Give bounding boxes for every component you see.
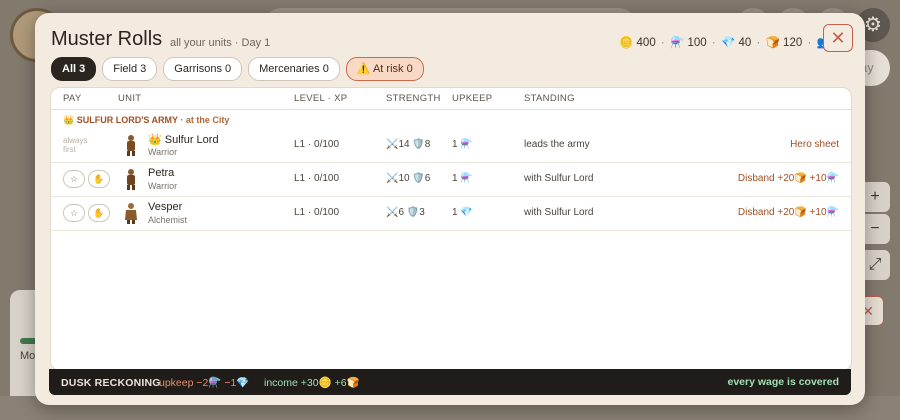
table-row[interactable]: always first 👑 Sulfur Lord Warrior L1 · … — [51, 128, 851, 163]
column-header-standing: STANDING — [524, 93, 575, 104]
army-name: 👑 SULFUR LORD'S ARMY — [63, 115, 178, 125]
column-header-level: LEVEL · XP — [294, 93, 348, 104]
dialog-subtitle: all your units · Day 1 — [170, 37, 271, 49]
unit-name[interactable]: Vesper — [148, 201, 182, 213]
gem-value: 40 — [738, 37, 752, 49]
units-table: PAY UNIT LEVEL · XP STRENGTH UPKEEP STAN… — [50, 87, 852, 371]
reckoning-upkeep: upkeep −2⚗️ −1💎 — [159, 377, 250, 389]
gem-icon: 💎 — [720, 37, 736, 49]
unit-level: L1 · 0/100 — [294, 173, 340, 184]
gold-coin-icon: 🪙 — [619, 37, 634, 49]
filter-all[interactable]: All 3 — [51, 57, 97, 81]
unit-class: Warrior — [148, 147, 178, 157]
muster-rolls-dialog: Muster Rolls all your units · Day 1 🪙 40… — [35, 13, 865, 405]
column-header-unit: UNIT — [118, 93, 142, 104]
potion-value: 100 — [687, 37, 707, 49]
unit-strength: ⚔️14 🛡️8 — [386, 139, 431, 150]
filter-mercenaries[interactable]: Mercenaries 0 — [248, 57, 340, 81]
unit-upkeep: 1 ⚗️ — [452, 173, 473, 184]
unit-name[interactable]: 👑 Sulfur Lord — [148, 133, 219, 146]
reckoning-title: DUSK RECKONING — [61, 377, 161, 389]
hand-icon[interactable]: ✋ — [88, 204, 110, 222]
filter-at-risk[interactable]: ⚠️ At risk 0 — [345, 57, 424, 81]
star-icon[interactable]: ☆ — [63, 170, 85, 188]
army-group-header: 👑 SULFUR LORD'S ARMY · at the City — [63, 115, 229, 126]
bread-value: 120 — [783, 37, 803, 49]
alchemist-portrait-icon — [125, 203, 137, 224]
unit-upkeep: 1 ⚗️ — [452, 139, 473, 150]
disband-button[interactable]: Disband +20🍞 +10⚗️ — [738, 173, 839, 184]
unit-level: L1 · 0/100 — [294, 139, 340, 150]
warrior-portrait-icon — [127, 135, 135, 156]
potion-icon: ⚗️ — [669, 37, 685, 49]
unit-standing: with Sulfur Lord — [524, 207, 594, 218]
bread-icon: 🍞 — [765, 37, 780, 49]
unit-level: L1 · 0/100 — [294, 207, 340, 218]
pay-note: always first — [63, 136, 88, 154]
unit-strength: ⚔️6 🛡️3 — [386, 207, 425, 218]
unit-upkeep: 1 💎 — [452, 207, 473, 218]
warrior-portrait-icon — [127, 169, 135, 190]
table-header: PAY UNIT LEVEL · XP STRENGTH UPKEEP STAN… — [51, 88, 851, 110]
hand-icon[interactable]: ✋ — [88, 170, 110, 188]
army-location: · at the City — [177, 115, 230, 125]
column-header-pay: PAY — [63, 93, 82, 104]
dialog-title: Muster Rolls — [51, 28, 163, 50]
table-row[interactable]: ☆ ✋ Petra Warrior L1 · 0/100 ⚔️10 🛡️6 1 … — [51, 162, 851, 197]
gold-value: 400 — [636, 37, 656, 49]
unit-class: Warrior — [148, 181, 178, 191]
filter-chips: All 3 Field 3 Garrisons 0 Mercenaries 0 … — [51, 57, 424, 81]
disband-button[interactable]: Disband +20🍞 +10⚗️ — [738, 207, 839, 218]
unit-standing: leads the army — [524, 139, 590, 150]
table-row[interactable]: ☆ ✋ Vesper Alchemist L1 · 0/100 ⚔️6 🛡️3 … — [51, 196, 851, 231]
filter-garrisons[interactable]: Garrisons 0 — [163, 57, 243, 81]
star-icon[interactable]: ☆ — [63, 204, 85, 222]
hero-sheet-link[interactable]: Hero sheet — [790, 139, 839, 150]
column-header-upkeep: UPKEEP — [452, 93, 493, 104]
unit-name[interactable]: Petra — [148, 167, 174, 179]
resource-summary: 🪙 400 · ⚗️ 100 · 💎 40 · 🍞 120 · 👥 2 — [619, 35, 840, 49]
unit-strength: ⚔️10 🛡️6 — [386, 173, 431, 184]
close-button[interactable]: ✕ — [823, 24, 853, 52]
reckoning-income: income +30🪙 +6🍞 — [264, 377, 360, 389]
column-header-strength: STRENGTH — [386, 93, 441, 104]
unit-class: Alchemist — [148, 215, 188, 225]
dusk-reckoning-bar: DUSK RECKONING upkeep −2⚗️ −1💎 income +3… — [49, 369, 851, 395]
unit-card-label: Mo — [20, 350, 36, 362]
unit-standing: with Sulfur Lord — [524, 173, 594, 184]
reckoning-status: every wage is covered — [727, 376, 840, 388]
filter-field[interactable]: Field 3 — [102, 57, 158, 81]
